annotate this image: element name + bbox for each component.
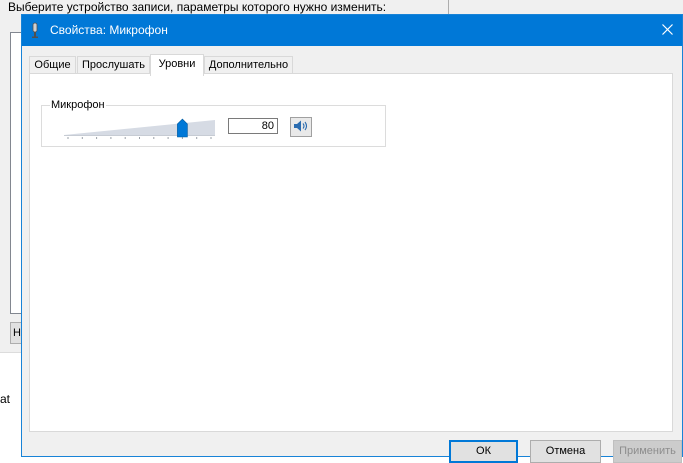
device-list[interactable] (10, 32, 21, 314)
microphone-group-label: Микрофон (50, 98, 106, 112)
volume-slider[interactable] (64, 115, 215, 139)
close-icon (661, 23, 673, 38)
mute-button[interactable] (290, 117, 312, 137)
tab-listen[interactable]: Прослушать (77, 56, 150, 74)
background-edge-text: at (0, 392, 11, 406)
properties-dialog: Свойства: Микрофон Общие Прослушать Уров… (21, 14, 683, 463)
tab-general[interactable]: Общие (29, 56, 76, 74)
dialog-title: Свойства: Микрофон (50, 23, 168, 37)
background-prompt: Выберите устройство записи, параметры ко… (8, 0, 387, 14)
apply-button[interactable]: Применить (613, 440, 682, 463)
cancel-button[interactable]: Отмена (530, 440, 601, 463)
tab-levels[interactable]: Уровни (150, 54, 204, 76)
levels-panel: Микрофон 80 (29, 73, 673, 432)
slider-track-wedge (64, 120, 215, 135)
tab-advanced[interactable]: Дополнительно (204, 56, 293, 74)
microphone-icon (28, 22, 42, 39)
background-divider (448, 0, 459, 14)
microphone-group: Микрофон 80 (41, 98, 386, 147)
speaker-icon (293, 119, 309, 136)
ok-button[interactable]: ОК (449, 440, 518, 463)
slider-thumb (177, 118, 188, 138)
slider-ticks (67, 137, 212, 139)
level-value-field[interactable]: 80 (228, 118, 278, 134)
close-button[interactable] (652, 15, 682, 46)
title-bar[interactable]: Свойства: Микрофон (22, 15, 682, 46)
